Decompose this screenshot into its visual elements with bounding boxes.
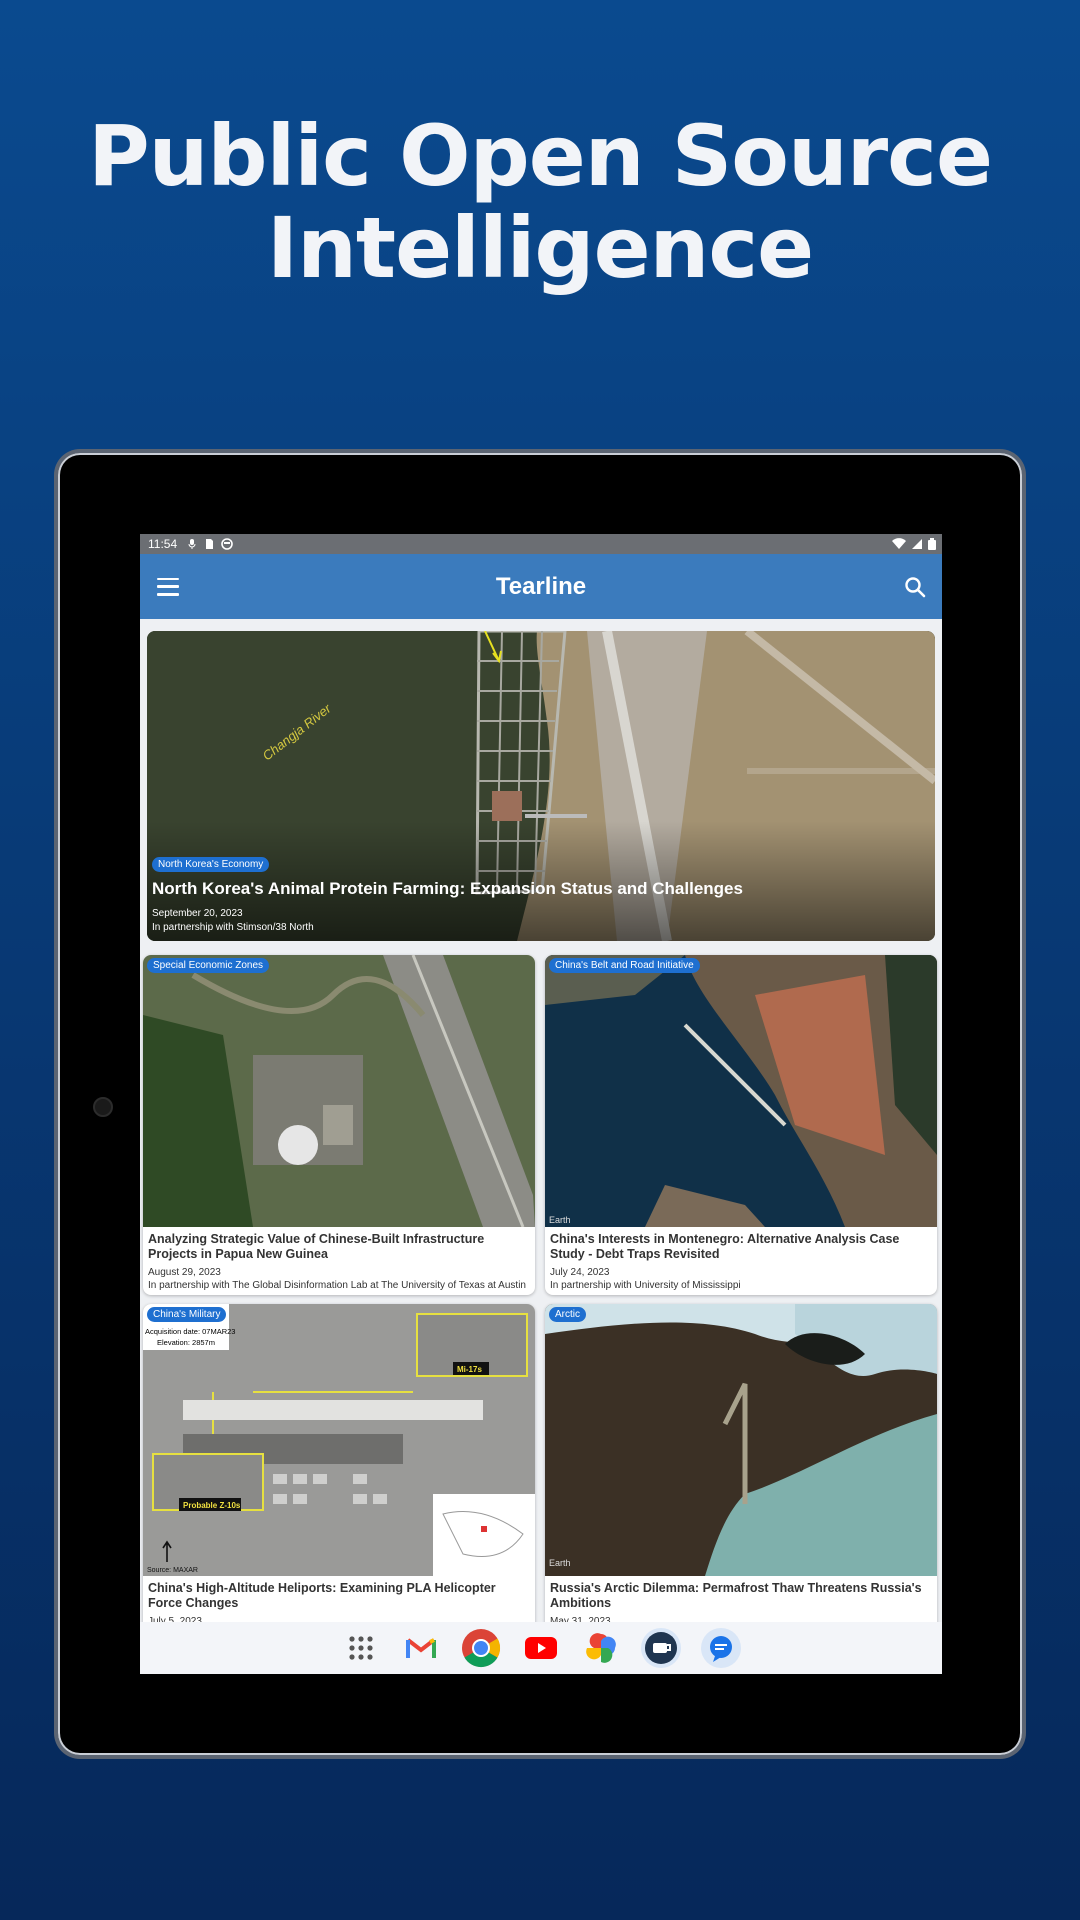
card-3-tag-chip[interactable]: China's Military xyxy=(147,1307,227,1322)
headline-line-2: Intelligence xyxy=(266,199,814,297)
card-3-source-label: Source: MAXAR xyxy=(147,1567,198,1574)
hero-partner: In partnership with Stimson/38 North xyxy=(152,922,314,933)
photos-icon[interactable] xyxy=(581,1628,621,1668)
card-4-tag-chip[interactable]: Arctic xyxy=(549,1307,586,1322)
article-card-3[interactable]: Acquisition date: 07MAR23 Elevation: 285… xyxy=(143,1304,535,1644)
card-1-tag-chip[interactable]: Special Economic Zones xyxy=(147,958,270,973)
battery-icon xyxy=(928,538,936,550)
tablet-camera xyxy=(93,1097,113,1117)
gmail-icon[interactable] xyxy=(401,1628,441,1668)
card-1-title: Analyzing Strategic Value of Chinese-Bui… xyxy=(148,1232,485,1261)
card-3-heli1-label: Mi-17s xyxy=(457,1365,482,1374)
card-4-title: Russia's Arctic Dilemma: Permafrost Thaw… xyxy=(550,1581,922,1610)
chrome-icon[interactable] xyxy=(461,1628,501,1668)
apps-grid-icon[interactable] xyxy=(341,1628,381,1668)
card-4-image-label: Earth xyxy=(549,1558,571,1568)
featured-article-card[interactable]: Changja River North Korea's Economy Nort… xyxy=(147,631,935,941)
card-3-satellite-image: Acquisition date: 07MAR23 Elevation: 285… xyxy=(143,1304,535,1576)
card-2-partner: In partnership with University of Missis… xyxy=(550,1280,741,1291)
card-1-date: August 29, 2023 xyxy=(148,1267,221,1278)
app-title: Tearline xyxy=(495,572,587,600)
mic-off-icon xyxy=(188,539,196,549)
hero-tag-chip[interactable]: North Korea's Economy xyxy=(152,857,270,872)
headline-line-1: Public Open Source xyxy=(88,107,993,205)
card-3-title: China's High-Altitude Heliports: Examini… xyxy=(148,1581,496,1610)
card-4-satellite-image: Earth xyxy=(545,1304,937,1576)
sd-card-icon xyxy=(206,539,214,549)
app-dock xyxy=(140,1622,942,1674)
card-3-elev-label: Elevation: 2857m xyxy=(157,1338,215,1347)
article-card-4[interactable]: Earth Arctic Russia's Arctic Dilemma: Pe… xyxy=(545,1304,937,1644)
status-bar: 11:54 xyxy=(140,534,942,554)
tearline-app-icon[interactable] xyxy=(641,1628,681,1668)
card-2-satellite-image: Earth xyxy=(545,955,937,1227)
messages-icon[interactable] xyxy=(701,1628,741,1668)
status-time: 11:54 xyxy=(148,537,178,551)
hero-title: North Korea's Animal Protein Farming: Ex… xyxy=(152,879,743,898)
article-card-2[interactable]: Earth China's Belt and Road Initiative C… xyxy=(545,955,937,1295)
article-card-1[interactable]: Special Economic Zones Analyzing Strateg… xyxy=(143,955,535,1295)
article-feed: Changja River North Korea's Economy Nort… xyxy=(140,619,942,1674)
youtube-icon[interactable] xyxy=(521,1628,561,1668)
card-1-partner: In partnership with The Global Disinform… xyxy=(148,1280,526,1291)
card-2-image-label: Earth xyxy=(549,1215,571,1225)
card-3-acq-label: Acquisition date: 07MAR23 xyxy=(145,1327,235,1336)
card-3-heli2-label: Probable Z-10s xyxy=(183,1501,241,1510)
circle-app-icon xyxy=(221,538,233,550)
app-bar: Tearline xyxy=(140,554,942,619)
card-2-tag-chip[interactable]: China's Belt and Road Initiative xyxy=(549,958,700,973)
card-1-satellite-image xyxy=(143,955,535,1227)
wifi-icon xyxy=(892,538,906,549)
signal-icon xyxy=(912,539,922,549)
promo-headline: Public Open Source Intelligence xyxy=(0,110,1080,294)
hero-date: September 20, 2023 xyxy=(152,908,243,919)
card-2-title: China's Interests in Montenegro: Alterna… xyxy=(550,1232,900,1261)
card-2-date: July 24, 2023 xyxy=(550,1267,610,1278)
device-screen: 11:54 Tearline Changja River North Korea… xyxy=(140,534,942,1674)
